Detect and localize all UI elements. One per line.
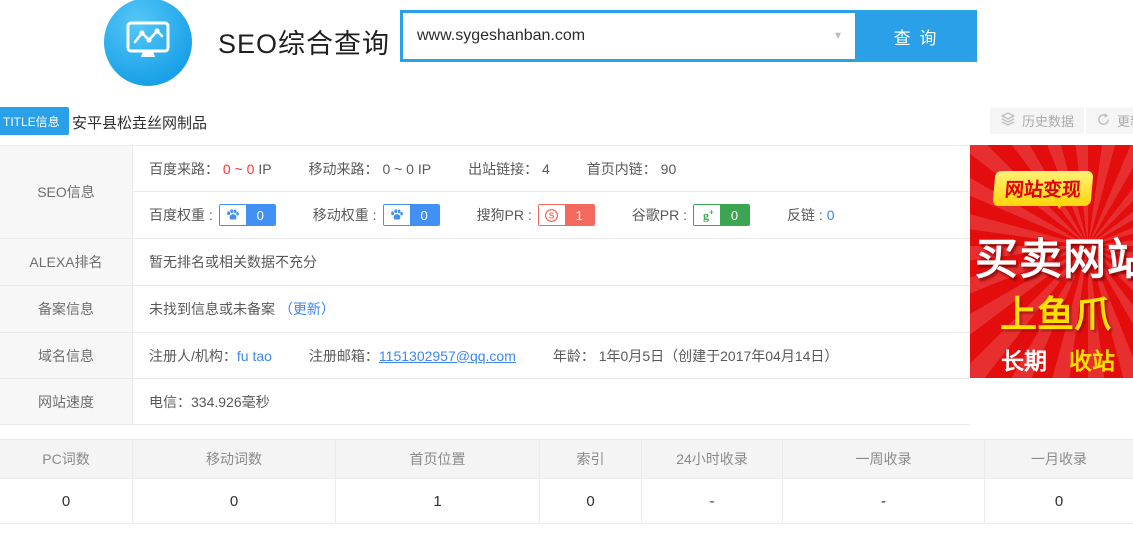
stats-header-index: 索引 xyxy=(540,440,642,478)
row-label-domain: 域名信息 xyxy=(0,333,133,378)
homepage-inner-links: 首页内链： 90 xyxy=(587,159,676,179)
icp-text: 未找到信息或未备案 xyxy=(149,299,275,319)
stats-value-week: - xyxy=(783,479,985,523)
table-row-icp: 备案信息 未找到信息或未备案 （更新） xyxy=(0,286,970,333)
monitor-chart-icon xyxy=(122,15,174,70)
row-label-alexa: ALEXA排名 xyxy=(0,239,133,285)
stats-value-pc-words: 0 xyxy=(0,479,133,523)
layers-icon xyxy=(1000,111,1016,130)
sogou-s-icon: S xyxy=(539,205,565,225)
stats-header-pc-words: PC词数 xyxy=(0,440,133,478)
seo-traffic-row: 百度来路： 0 ~ 0 IP 移动来路： 0 ~ 0 IP 出站链接： 4 首页… xyxy=(133,146,970,192)
page-title: SEO综合查询 xyxy=(218,22,390,61)
stats-header-week: 一周收录 xyxy=(783,440,985,478)
mobile-traffic: 移动来路： 0 ~ 0 IP xyxy=(309,159,432,179)
stats-value-index: 0 xyxy=(540,479,642,523)
history-data-button[interactable]: 历史数据 xyxy=(990,107,1084,134)
mobile-weight[interactable]: 移动权重 : 0 xyxy=(313,204,440,226)
alexa-text: 暂无排名或相关数据不充分 xyxy=(133,239,970,285)
row-label-icp: 备案信息 xyxy=(0,286,133,332)
svg-text:+: + xyxy=(709,208,714,217)
backlinks-link[interactable]: 0 xyxy=(827,207,835,223)
row-label-seo: SEO信息 xyxy=(0,146,133,238)
stats-header-home-position: 首页位置 xyxy=(336,440,540,478)
table-row-speed: 网站速度 电信：334.926毫秒 xyxy=(0,379,970,425)
domain-age: 年龄： 1年0月5日（创建于2017年04月14日） xyxy=(553,346,839,366)
baidu-paw-icon xyxy=(220,205,246,225)
svg-text:g: g xyxy=(703,209,709,223)
ad-bubble: 网站变现 xyxy=(992,171,1093,206)
icp-update-link[interactable]: （更新） xyxy=(279,299,335,319)
baidu-weight-badge[interactable]: 0 xyxy=(219,204,276,226)
stats-header-row: PC词数 移动词数 首页位置 索引 24小时收录 一周收录 一月收录 xyxy=(0,439,1133,479)
baidu-weight[interactable]: 百度权重 : 0 xyxy=(149,204,276,226)
stats-table: PC词数 移动词数 首页位置 索引 24小时收录 一周收录 一月收录 0 0 1… xyxy=(0,439,1133,524)
domain-registrant: 注册人/机构：fu tao xyxy=(149,346,272,366)
refresh-icon xyxy=(1096,112,1111,130)
chevron-down-icon[interactable]: ▼ xyxy=(833,31,843,42)
stats-value-month: 0 xyxy=(985,479,1133,523)
title-bar: TITLE信息 安平县松垚丝网制品 历史数据 更新 xyxy=(0,103,1133,140)
mobile-weight-badge[interactable]: 0 xyxy=(383,204,440,226)
stats-header-month: 一月收录 xyxy=(985,440,1133,478)
stats-header-mobile-words: 移动词数 xyxy=(133,440,336,478)
stats-value-home-position: 1 xyxy=(336,479,540,523)
site-title: 安平县松垚丝网制品 xyxy=(72,112,207,133)
app-logo xyxy=(104,0,192,86)
seo-weight-row: 百度权重 : 0 移动权重 : xyxy=(133,192,970,238)
backlinks[interactable]: 反链 : 0 xyxy=(787,205,834,225)
search-input[interactable] xyxy=(403,13,855,59)
title-info-badge: TITLE信息 xyxy=(0,107,69,135)
registrant-link[interactable]: fu tao xyxy=(237,348,272,364)
google-pr-badge[interactable]: g + 0 xyxy=(693,204,750,226)
ad-subline: 上鱼爪 xyxy=(1000,284,1111,338)
stats-header-24h: 24小时收录 xyxy=(642,440,783,478)
svg-text:S: S xyxy=(549,210,555,220)
row-label-speed: 网站速度 xyxy=(0,379,133,424)
sogou-pr[interactable]: 搜狗PR : S 1 xyxy=(477,204,595,226)
seo-info-table: SEO信息 百度来路： 0 ~ 0 IP 移动来路： 0 ~ 0 IP 出站链接… xyxy=(0,145,970,425)
baidu-traffic: 百度来路： 0 ~ 0 IP xyxy=(149,159,272,179)
domain-email: 注册邮箱：1151302957@qq.com xyxy=(309,346,516,366)
stats-value-mobile-words: 0 xyxy=(133,479,336,523)
email-link[interactable]: 1151302957@qq.com xyxy=(379,348,516,364)
google-pr[interactable]: 谷歌PR : g + 0 xyxy=(632,204,750,226)
query-button[interactable]: 查 询 xyxy=(855,10,977,62)
table-row-seo: SEO信息 百度来路： 0 ~ 0 IP 移动来路： 0 ~ 0 IP 出站链接… xyxy=(0,146,970,239)
ad-banner[interactable]: 网站变现 买卖网站 上鱼爪 长期收站 xyxy=(970,145,1133,378)
table-row-domain: 域名信息 注册人/机构：fu tao 注册邮箱：1151302957@qq.co… xyxy=(0,333,970,379)
refresh-button[interactable]: 更新 xyxy=(1086,107,1133,134)
search-bar: ▼ 查 询 xyxy=(400,10,977,62)
stats-value-24h: - xyxy=(642,479,783,523)
sogou-pr-badge[interactable]: S 1 xyxy=(538,204,595,226)
google-plus-icon: g + xyxy=(694,205,720,225)
ad-footer-line: 长期收站 xyxy=(1001,342,1115,376)
outbound-links: 出站链接： 4 xyxy=(468,159,550,179)
table-row-alexa: ALEXA排名 暂无排名或相关数据不充分 xyxy=(0,239,970,286)
ad-headline: 买卖网站 xyxy=(975,225,1133,287)
mobile-paw-icon xyxy=(384,205,410,225)
speed-text: 电信：334.926毫秒 xyxy=(133,379,970,424)
stats-value-row: 0 0 1 0 - - 0 xyxy=(0,479,1133,524)
